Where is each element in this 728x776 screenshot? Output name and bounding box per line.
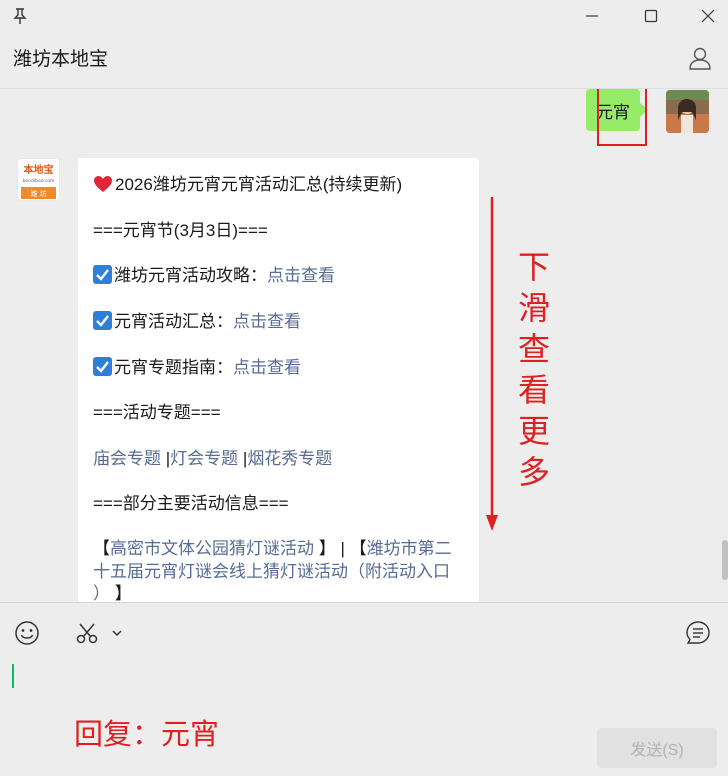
scroll-hint-char: 更 xyxy=(517,413,550,449)
view-link[interactable]: 点击查看 xyxy=(233,312,301,331)
send-button[interactable]: 发送(S) xyxy=(597,728,717,768)
section-heading: ===活动专题=== xyxy=(93,403,221,422)
bot-avatar[interactable]: 本地宝 bendibao.com 潍 坊 xyxy=(17,158,60,201)
topic-link-fireworks[interactable]: 烟花秀专题 xyxy=(247,449,332,468)
chat-history-icon[interactable] xyxy=(684,619,712,647)
topic-links: 庙会专题 |灯会专题 |烟花秀专题 xyxy=(93,444,332,469)
checkmark-icon xyxy=(93,265,112,284)
heart-icon xyxy=(94,176,112,192)
scroll-hint-char: 滑 xyxy=(517,290,550,326)
activity-line: 十五届元宵灯谜会线上猜灯谜活动（附活动入口 xyxy=(93,557,450,582)
headline-text: 2026潍坊元宵元宵活动汇总(持续更新) xyxy=(115,175,403,194)
reply-hint: 回复：元宵 xyxy=(74,719,220,751)
scroll-hint-char: 下 xyxy=(517,249,550,285)
topic-link-temple-fair[interactable]: 庙会专题 xyxy=(93,449,161,468)
section-heading: ===部分主要活动信息=== xyxy=(93,494,289,513)
activity-link-weifang-end[interactable]: ） xyxy=(93,584,110,602)
scroll-hint: 下 滑 查 看 更 多 xyxy=(514,247,554,493)
list-item: 元宵专题指南：点击查看 xyxy=(93,353,301,378)
bracket: 【 xyxy=(93,539,110,558)
profile-icon[interactable] xyxy=(686,44,714,72)
activity-link-weifang-cont[interactable]: 十五届元宵灯谜会线上猜灯谜活动（附活动入口 xyxy=(93,562,450,581)
my-avatar[interactable] xyxy=(666,90,709,133)
topic-link-lantern[interactable]: 灯会专题 xyxy=(170,449,238,468)
bracket: 】 | 【 xyxy=(314,539,367,558)
input-area: 回复：元宵 发送(S) xyxy=(0,602,728,776)
checkmark-icon xyxy=(93,311,112,330)
scroll-hint-char: 查 xyxy=(517,331,550,367)
activity-link-weifang[interactable]: 潍坊市第二 xyxy=(367,539,452,558)
pin-icon[interactable] xyxy=(0,0,40,32)
checkmark-icon xyxy=(93,357,112,376)
scroll-hint-char: 看 xyxy=(517,372,550,408)
window-titlebar xyxy=(0,0,728,32)
emoji-icon[interactable] xyxy=(13,619,41,647)
chat-header: 潍坊本地宝 xyxy=(0,32,728,89)
avatar-brand-text: 本地宝 xyxy=(24,163,54,176)
scroll-down-arrow xyxy=(486,197,498,531)
activity-line: ） 】 xyxy=(93,579,132,602)
section-heading: ===元宵节(3月3日)=== xyxy=(93,221,268,240)
chat-messages: 元宵 本地宝 bendibao.com 潍 坊 2026潍坊元宵元宵活动汇总(持… xyxy=(0,89,728,602)
bracket: 】 xyxy=(110,584,132,602)
view-link[interactable]: 点击查看 xyxy=(267,266,335,285)
text-cursor[interactable] xyxy=(12,664,14,688)
scrollbar-thumb[interactable] xyxy=(722,540,728,580)
view-link[interactable]: 点击查看 xyxy=(233,358,301,377)
list-item: 潍坊元宵活动攻略：点击查看 xyxy=(93,261,335,286)
avatar-city-text: 潍 坊 xyxy=(30,189,46,198)
highlight-box xyxy=(597,89,647,146)
item-label: 元宵活动汇总： xyxy=(114,312,233,331)
activity-line: 【高密市文体公园猜灯谜活动 】 | 【潍坊市第二 xyxy=(93,534,452,559)
item-label: 潍坊元宵活动攻略： xyxy=(114,266,267,285)
list-item: 元宵活动汇总：点击查看 xyxy=(93,307,301,332)
scroll-hint-char: 多 xyxy=(517,454,550,490)
bot-message-card: 2026潍坊元宵元宵活动汇总(持续更新) ===元宵节(3月3日)=== 潍坊元… xyxy=(78,158,479,602)
card-headline: 2026潍坊元宵元宵活动汇总(持续更新) xyxy=(93,170,402,195)
activity-link-gaomi[interactable]: 高密市文体公园猜灯谜活动 xyxy=(110,539,314,558)
close-icon[interactable] xyxy=(688,0,728,32)
chevron-down-icon[interactable] xyxy=(108,619,126,647)
chat-title: 潍坊本地宝 xyxy=(13,49,109,70)
item-label: 元宵专题指南： xyxy=(114,358,233,377)
avatar-domain-text: bendibao.com xyxy=(23,178,55,184)
scissors-icon[interactable] xyxy=(73,619,101,647)
minimize-icon[interactable] xyxy=(572,0,612,32)
maximize-icon[interactable] xyxy=(631,0,671,32)
